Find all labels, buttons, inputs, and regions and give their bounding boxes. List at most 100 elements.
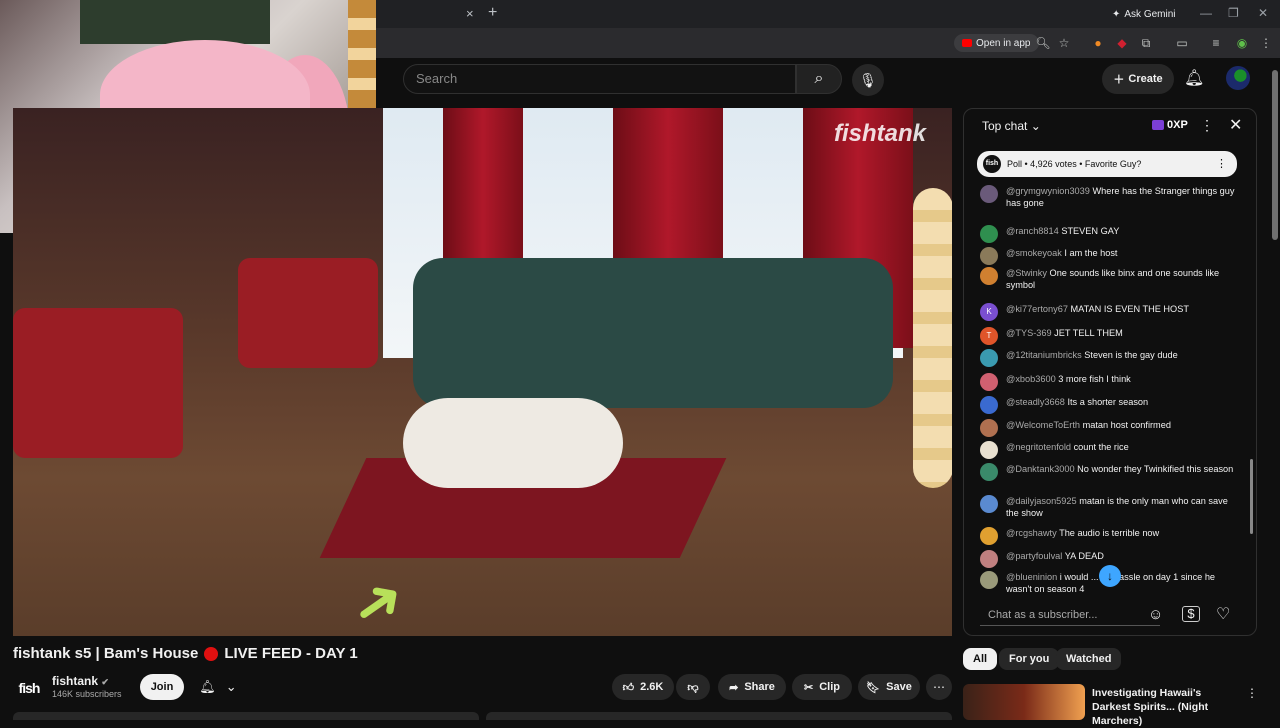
channel-name[interactable]: fishtank ✔ [52, 674, 109, 688]
chat-avatar[interactable] [980, 441, 998, 459]
notifications-bell-icon[interactable]: 🔔︎ [1184, 68, 1204, 88]
recommended-title[interactable]: Investigating Hawaii's Darkest Spirits..… [1092, 686, 1242, 728]
chat-author[interactable]: @blueninion [1006, 572, 1057, 582]
poll-menu-icon[interactable]: ⋮ [1216, 157, 1227, 170]
minimize-button[interactable]: — [1200, 6, 1212, 20]
extension-icon[interactable]: ● [1090, 35, 1106, 51]
video-player[interactable]: fishtank ➜ [13, 108, 952, 636]
extension-icon[interactable]: ◆ [1114, 35, 1130, 51]
chat-message[interactable]: @rcgshawty The audio is terrible now [980, 527, 1242, 545]
open-in-app-button[interactable]: Open in app [954, 34, 1039, 52]
chat-author[interactable]: @dailyjason5925 [1006, 496, 1077, 506]
chat-author[interactable]: @rcgshawty [1006, 528, 1057, 538]
chat-avatar[interactable] [980, 495, 998, 513]
filter-chip-watched[interactable]: Watched [1056, 648, 1122, 670]
chat-author[interactable]: @partyfoulval [1006, 551, 1062, 561]
chat-input[interactable]: Chat as a subscriber... [980, 606, 1160, 626]
chat-author[interactable]: @negritotenfold [1006, 442, 1071, 452]
chat-author[interactable]: @ranch8814 [1006, 226, 1059, 236]
like-button[interactable]: 👍︎ 2.6K [612, 674, 674, 700]
super-chat-icon[interactable]: $ [1182, 606, 1200, 622]
chat-avatar[interactable] [980, 247, 998, 265]
chat-message[interactable]: @12titaniumbricks Steven is the gay dude [980, 349, 1242, 367]
chat-author[interactable]: @xbob3600 [1006, 374, 1056, 384]
chat-author[interactable]: @ki77ertony67 [1006, 304, 1068, 314]
heart-icon[interactable]: ♡ [1216, 604, 1230, 624]
save-button[interactable]: 🔖︎ Save [858, 674, 920, 700]
chat-avatar[interactable] [980, 373, 998, 391]
more-actions-icon[interactable]: ⋯ [926, 674, 952, 700]
close-chat-icon[interactable]: ✕ [1229, 115, 1242, 135]
chat-message[interactable]: T @TYS-369 JET TELL THEM [980, 327, 1242, 345]
chat-message[interactable]: @Stwinky One sounds like binx and one so… [980, 267, 1242, 291]
chat-avatar[interactable] [980, 225, 998, 243]
recommended-thumbnail[interactable] [963, 684, 1085, 720]
extensions-puzzle-icon[interactable]: ⧉ [1138, 35, 1154, 51]
share-button[interactable]: ➦ Share [718, 674, 786, 700]
microphone-icon[interactable]: 🎙︎ [852, 64, 884, 96]
chat-message[interactable]: @Danktank3000 No wonder they Twinkified … [980, 463, 1242, 481]
browser-menu-icon[interactable]: ⋮ [1258, 35, 1274, 51]
new-tab-button[interactable]: + [488, 4, 497, 22]
chat-avatar[interactable] [980, 349, 998, 367]
chat-avatar[interactable] [980, 419, 998, 437]
chat-avatar[interactable] [980, 396, 998, 414]
chat-avatar[interactable] [980, 185, 998, 203]
chat-avatar[interactable]: K [980, 303, 998, 321]
chat-avatar[interactable] [980, 571, 998, 589]
restore-button[interactable]: ❐ [1228, 6, 1239, 20]
chat-author[interactable]: @WelcomeToErth [1006, 420, 1080, 430]
chat-avatar[interactable] [980, 550, 998, 568]
close-window-button[interactable]: ✕ [1258, 6, 1268, 20]
recommended-menu-icon[interactable]: ⋮ [1246, 686, 1258, 700]
emoji-icon[interactable]: ☺ [1148, 606, 1163, 623]
filter-chip-for-you[interactable]: For you [999, 648, 1060, 670]
poll-banner[interactable]: fish Poll • 4,926 votes • Favorite Guy? … [977, 151, 1237, 177]
media-controls-icon[interactable]: ≡ [1208, 35, 1224, 51]
chat-message[interactable]: @dailyjason5925 matan is the only man wh… [980, 495, 1242, 519]
chat-menu-icon[interactable]: ⋮ [1200, 117, 1214, 134]
ask-gemini-button[interactable]: ✦ Ask Gemini [1104, 5, 1184, 23]
search-icon[interactable]: ⌕ [796, 64, 842, 94]
xp-badge[interactable]: 0XP [1152, 119, 1188, 131]
subscription-bell-button[interactable]: 🔔︎ ⌄ [190, 674, 246, 700]
zoom-icon[interactable]: 🔍︎ [1035, 35, 1051, 51]
chat-message[interactable]: @negritotenfold count the rice [980, 441, 1242, 459]
chat-message[interactable]: @steadly3668 Its a shorter season [980, 396, 1242, 414]
filter-chip-all[interactable]: All [963, 648, 998, 670]
bookmark-star-icon[interactable]: ☆ [1056, 35, 1072, 51]
chat-author[interactable]: @Stwinky [1006, 268, 1047, 278]
page-scrollbar[interactable] [1272, 70, 1278, 240]
chat-message[interactable]: K @ki77ertony67 MATAN IS EVEN THE HOST [980, 303, 1242, 321]
account-avatar[interactable] [1226, 66, 1250, 90]
chat-author[interactable]: @smokeyoak [1006, 248, 1062, 258]
tab-close-button[interactable]: × [466, 6, 474, 21]
chat-message[interactable]: @ranch8814 STEVEN GAY [980, 225, 1242, 243]
chat-message[interactable]: @xbob3600 3 more fish I think [980, 373, 1242, 391]
chat-message[interactable]: @smokeyoak I am the host [980, 247, 1242, 265]
chat-scrollbar[interactable] [1250, 459, 1253, 534]
chat-avatar[interactable] [980, 267, 998, 285]
search-input[interactable]: Search [403, 64, 796, 94]
chat-author[interactable]: @steadly3668 [1006, 397, 1065, 407]
channel-avatar[interactable]: fish [13, 674, 45, 702]
chat-author[interactable]: @Danktank3000 [1006, 464, 1075, 474]
profile-avatar-icon[interactable]: ◉ [1234, 35, 1250, 51]
join-button[interactable]: Join [140, 674, 184, 700]
gem-icon [1152, 120, 1164, 130]
dislike-button[interactable]: 👎︎ [676, 674, 710, 700]
clip-button[interactable]: ✂ Clip [792, 674, 852, 700]
chat-author[interactable]: @TYS-369 [1006, 328, 1052, 338]
chat-avatar[interactable]: T [980, 327, 998, 345]
chat-author[interactable]: @12titaniumbricks [1006, 350, 1082, 360]
chat-message-body: @Stwinky One sounds like binx and one so… [1006, 267, 1242, 291]
chat-author[interactable]: @grymgwynion3039 [1006, 186, 1090, 196]
scroll-down-arrow-icon[interactable]: ↓ [1099, 565, 1121, 587]
chat-message[interactable]: @WelcomeToErth matan host confirmed [980, 419, 1242, 437]
cast-icon[interactable]: ▭ [1174, 35, 1190, 51]
chat-message[interactable]: @grymgwynion3039 Where has the Stranger … [980, 185, 1242, 209]
chat-avatar[interactable] [980, 463, 998, 481]
chat-mode-selector[interactable]: Top chat ⌄ [982, 119, 1041, 133]
create-button[interactable]: ＋ Create [1102, 64, 1174, 94]
chat-avatar[interactable] [980, 527, 998, 545]
